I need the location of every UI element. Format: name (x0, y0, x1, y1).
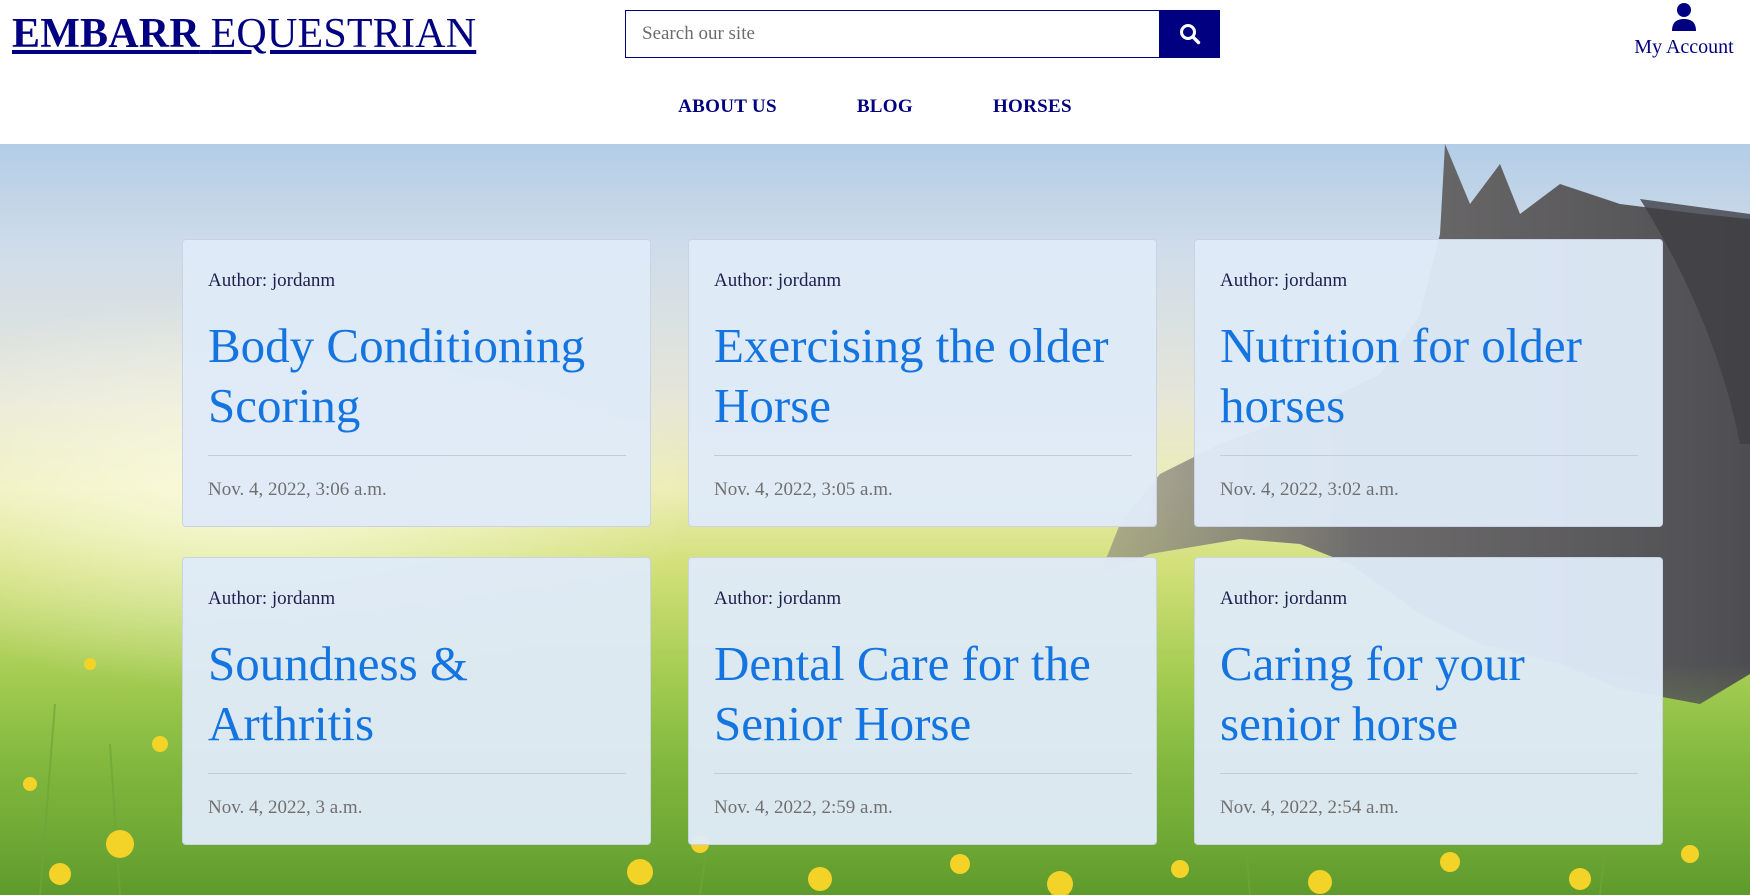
card-divider (208, 455, 626, 456)
post-date: Nov. 4, 2022, 2:59 a.m. (714, 797, 893, 818)
search-input[interactable] (625, 10, 1159, 58)
post-author: Author: jordanm (714, 270, 842, 291)
blog-card: Author: jordanm Dental Care for the Seni… (688, 557, 1157, 845)
card-divider (714, 773, 1132, 774)
nav-item-about-us[interactable]: ABOUT US (678, 96, 777, 118)
search-icon (1179, 24, 1200, 45)
post-title-link[interactable]: Caring for your senior horse (1220, 634, 1650, 754)
blog-card: Author: jordanm Nutrition for older hors… (1194, 239, 1663, 527)
user-icon (1672, 3, 1696, 31)
post-date: Nov. 4, 2022, 3:06 a.m. (208, 479, 387, 500)
post-author: Author: jordanm (208, 588, 336, 609)
card-divider (1220, 455, 1638, 456)
post-author: Author: jordanm (1220, 270, 1348, 291)
post-author: Author: jordanm (1220, 588, 1348, 609)
post-author: Author: jordanm (714, 588, 842, 609)
main-nav: ABOUT US BLOG HORSES (0, 96, 1750, 118)
blog-card: Author: jordanm Soundness & Arthritis No… (182, 557, 651, 845)
post-title-link[interactable]: Body Conditioning Scoring (208, 316, 638, 436)
nav-item-horses[interactable]: HORSES (993, 96, 1072, 118)
site-header: EMBARR EQUESTRIAN My Account ABOUT US BL… (0, 0, 1750, 144)
post-date: Nov. 4, 2022, 3:05 a.m. (714, 479, 893, 500)
search-button[interactable] (1159, 10, 1220, 58)
post-date: Nov. 4, 2022, 3 a.m. (208, 797, 363, 818)
logo-light-text: EQUESTRIAN (210, 11, 477, 57)
nav-item-blog[interactable]: BLOG (857, 96, 913, 118)
post-title-link[interactable]: Exercising the older Horse (714, 316, 1144, 436)
post-author: Author: jordanm (208, 270, 336, 291)
card-divider (208, 773, 626, 774)
post-title-link[interactable]: Soundness & Arthritis (208, 634, 638, 754)
my-account-link[interactable]: My Account (1628, 2, 1740, 59)
card-divider (714, 455, 1132, 456)
blog-card: Author: jordanm Exercising the older Hor… (688, 239, 1157, 527)
site-logo[interactable]: EMBARR EQUESTRIAN (12, 10, 476, 58)
blog-card: Author: jordanm Caring for your senior h… (1194, 557, 1663, 845)
post-date: Nov. 4, 2022, 2:54 a.m. (1220, 797, 1399, 818)
card-divider (1220, 773, 1638, 774)
my-account-label: My Account (1634, 36, 1734, 58)
post-title-link[interactable]: Nutrition for older horses (1220, 316, 1650, 436)
search-form (625, 10, 1220, 58)
post-title-link[interactable]: Dental Care for the Senior Horse (714, 634, 1144, 754)
blog-card: Author: jordanm Body Conditioning Scorin… (182, 239, 651, 527)
logo-bold-text: EMBARR (12, 11, 200, 57)
post-date: Nov. 4, 2022, 3:02 a.m. (1220, 479, 1399, 500)
